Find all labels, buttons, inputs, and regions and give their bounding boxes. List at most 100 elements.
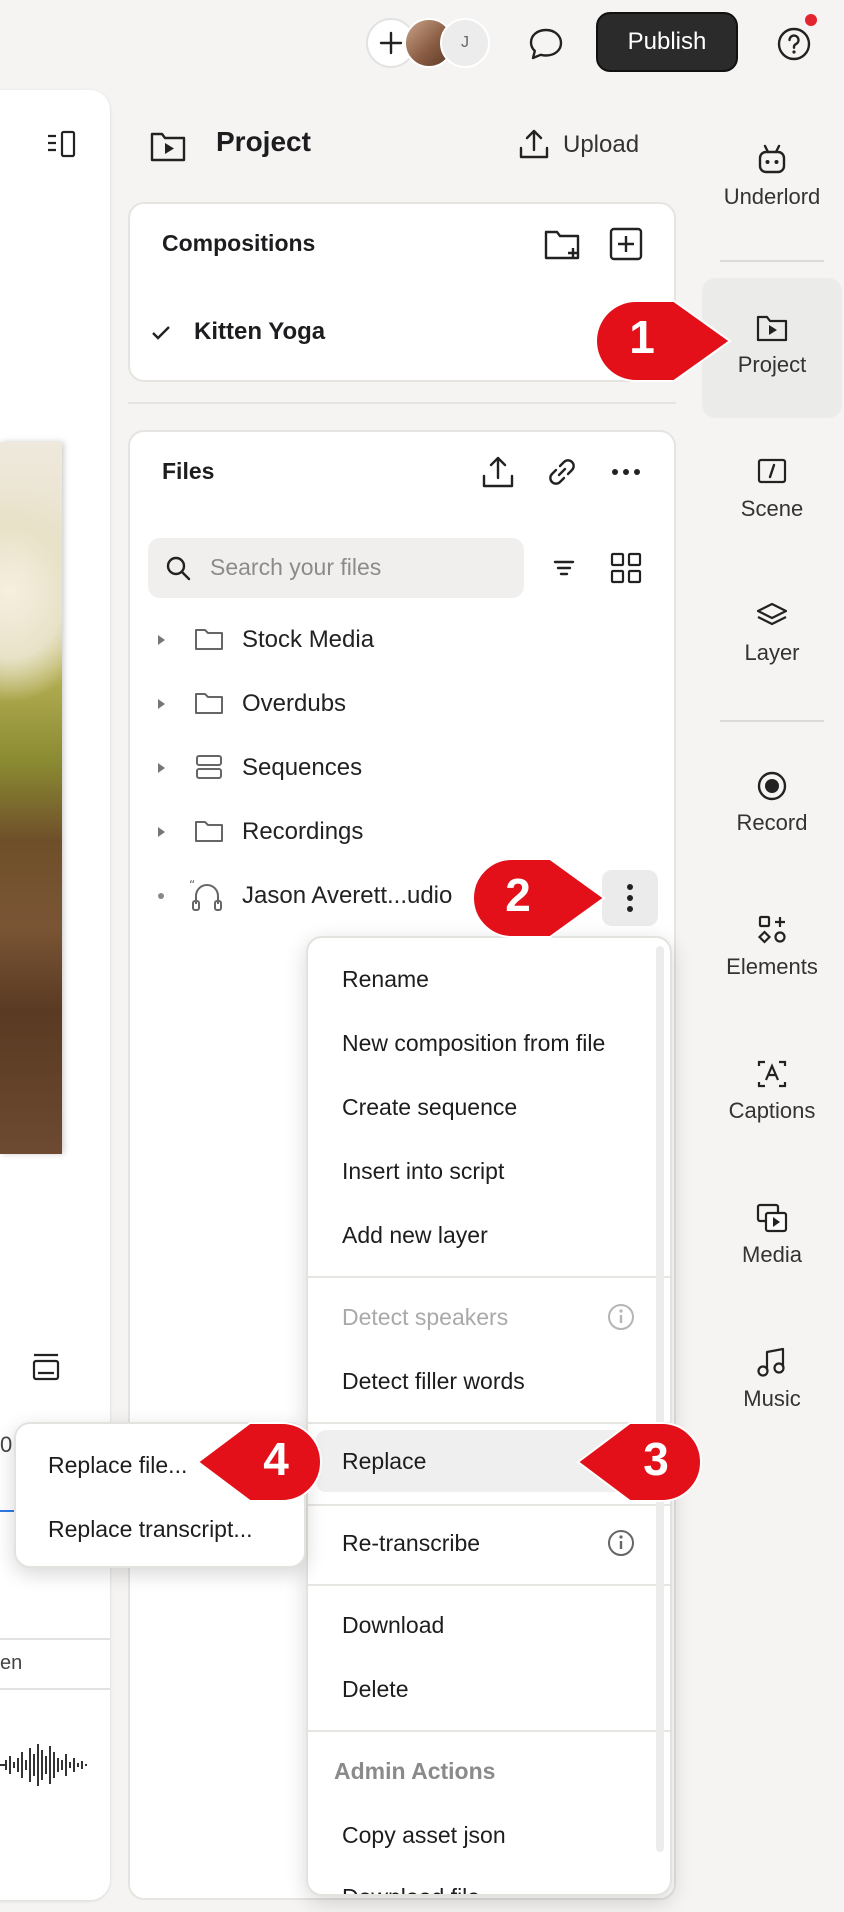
- rail-item-record[interactable]: Record: [702, 770, 842, 836]
- script-layout-button[interactable]: [42, 124, 84, 166]
- project-header-icon-wrap: [148, 128, 188, 164]
- composition-label: Kitten Yoga: [194, 318, 326, 345]
- track-divider: [0, 1688, 110, 1690]
- menu-item-copy-asset-json[interactable]: Copy asset json: [342, 1822, 506, 1849]
- folder-icon: [195, 821, 223, 842]
- upload-file-button[interactable]: [478, 452, 518, 492]
- bullet-dot: [158, 893, 164, 899]
- caret-right-icon[interactable]: [154, 633, 168, 647]
- grid-icon: [610, 552, 642, 584]
- media-icon: [756, 1203, 788, 1233]
- rail-item-underlord[interactable]: Underlord: [702, 142, 842, 210]
- menu-item-download-file[interactable]: Download file: [342, 1884, 480, 1894]
- avatar-initial[interactable]: J: [440, 18, 490, 68]
- plus-square-icon: [609, 227, 643, 261]
- submenu-item-replace-file[interactable]: Replace file...: [48, 1452, 187, 1479]
- tree-label: Stock Media: [242, 626, 375, 653]
- menu-item-add-new-layer[interactable]: Add new layer: [342, 1222, 488, 1249]
- rail-label: Record: [736, 810, 808, 835]
- info-icon[interactable]: [606, 1528, 636, 1558]
- compositions-title: Compositions: [162, 230, 316, 256]
- submenu-item-replace-transcript[interactable]: Replace transcript...: [48, 1516, 253, 1543]
- project-icon: [150, 132, 186, 162]
- caret-right-icon[interactable]: [154, 761, 168, 775]
- plus-icon: [379, 31, 403, 55]
- file-options-button[interactable]: [602, 870, 658, 926]
- rail-item-media[interactable]: Media: [702, 1202, 842, 1268]
- caret-right-icon[interactable]: [154, 825, 168, 839]
- rail-item-captions[interactable]: Captions: [702, 1058, 842, 1124]
- menu-item-delete[interactable]: Delete: [342, 1676, 408, 1703]
- menu-item-rename[interactable]: Rename: [342, 966, 429, 993]
- comments-button[interactable]: [522, 20, 570, 68]
- filter-button[interactable]: [546, 550, 582, 586]
- files-more-button[interactable]: [606, 452, 646, 492]
- new-composition-button[interactable]: [606, 224, 646, 264]
- rail-item-music[interactable]: Music: [702, 1346, 842, 1412]
- menu-item-insert-into-script[interactable]: Insert into script: [342, 1158, 504, 1185]
- rail-label: Layer: [744, 640, 800, 665]
- tree-label: Sequences: [242, 754, 363, 781]
- captions-layout-icon: [32, 1353, 60, 1381]
- new-folder-button[interactable]: [542, 224, 582, 264]
- rail-label: Captions: [728, 1098, 816, 1123]
- menu-item-detect-speakers[interactable]: Detect speakers: [342, 1304, 508, 1331]
- layout-toggle-icon: [48, 130, 76, 158]
- folder-plus-icon: [544, 230, 580, 260]
- upload-icon: [482, 456, 514, 488]
- help-icon: [777, 27, 811, 61]
- robot-icon: [758, 144, 786, 174]
- timeline-char: 0: [0, 1432, 13, 1457]
- rail-label: Music: [743, 1386, 801, 1411]
- composition-item[interactable]: Kitten Yoga: [150, 314, 650, 354]
- menu-item-retranscribe[interactable]: Re-transcribe: [342, 1530, 480, 1557]
- compositions-card: [128, 202, 676, 382]
- comment-icon: [529, 28, 563, 60]
- menu-item-detect-filler-words[interactable]: Detect filler words: [342, 1368, 525, 1395]
- menu-divider: [308, 1504, 670, 1506]
- check-icon: [152, 326, 170, 340]
- file-context-menu: Rename New composition from file Create …: [306, 936, 672, 1896]
- menu-item-create-sequence[interactable]: Create sequence: [342, 1094, 517, 1121]
- publish-button[interactable]: Publish: [596, 12, 738, 72]
- rail-label: Media: [742, 1242, 802, 1267]
- menu-item-new-composition[interactable]: New composition from file: [342, 1030, 605, 1057]
- rail-item-scene[interactable]: Scene: [702, 456, 842, 522]
- menu-item-download[interactable]: Download: [342, 1612, 444, 1639]
- layout-icon-button[interactable]: [28, 1352, 64, 1388]
- elements-icon: [757, 915, 786, 944]
- preview-pane: [0, 90, 110, 1900]
- folder-icon: [195, 629, 223, 650]
- rail-divider: [720, 260, 824, 262]
- rail-label: Elements: [726, 954, 818, 979]
- music-icon: [757, 1347, 785, 1377]
- rail-item-elements[interactable]: Elements: [702, 914, 842, 980]
- caret-right-icon[interactable]: [154, 697, 168, 711]
- captions-icon: [757, 1060, 787, 1088]
- video-frame-image: [0, 442, 62, 1154]
- tree-row-recordings[interactable]: Recordings: [150, 814, 570, 850]
- info-icon[interactable]: [606, 1302, 636, 1332]
- filter-icon: [553, 560, 575, 576]
- search-icon: [166, 556, 191, 581]
- tree-row-overdubs[interactable]: Overdubs: [150, 686, 570, 722]
- files-title: Files: [162, 458, 215, 484]
- menu-divider: [308, 1730, 670, 1732]
- upload-label[interactable]: Upload: [563, 131, 639, 159]
- tree-row-stock-media[interactable]: Stock Media: [150, 622, 570, 658]
- menu-item-replace[interactable]: Replace: [342, 1448, 426, 1475]
- folder-icon: [195, 693, 223, 714]
- rail-divider: [720, 720, 824, 722]
- grid-view-button[interactable]: [606, 548, 646, 588]
- rail-label: Underlord: [723, 184, 821, 209]
- tree-label: Recordings: [242, 818, 364, 845]
- rail-item-layer[interactable]: Layer: [702, 600, 842, 666]
- help-button[interactable]: [770, 20, 818, 68]
- menu-scrollbar[interactable]: [656, 946, 664, 1852]
- upload-icon: [519, 129, 549, 159]
- rail-label: Scene: [740, 496, 804, 521]
- copy-link-button[interactable]: [542, 452, 582, 492]
- record-icon: [757, 771, 787, 801]
- audio-waveform: [0, 1744, 87, 1786]
- tree-row-sequences[interactable]: Sequences: [150, 750, 570, 786]
